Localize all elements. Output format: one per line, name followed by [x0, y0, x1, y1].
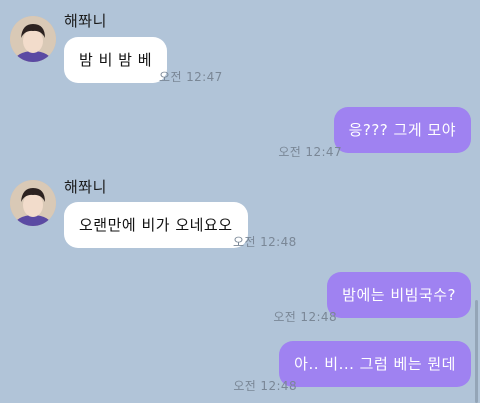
sender-name: 해쫘니 [64, 12, 107, 30]
sender-name: 해쫘니 [64, 178, 107, 196]
message-time: 오전 12:47 [159, 70, 223, 84]
scrollbar[interactable] [475, 300, 478, 403]
message-bubble-outgoing[interactable]: 응??? 그게 모야 [333, 107, 471, 153]
message-bubble-incoming[interactable]: 밤 비 밤 베 [64, 37, 168, 83]
profile-photo-icon [10, 180, 56, 226]
message-time: 오전 12:48 [273, 310, 337, 324]
avatar[interactable] [10, 16, 56, 62]
message-bubble-incoming[interactable]: 오랜만에 비가 오네요오 [64, 202, 248, 248]
message-time: 오전 12:47 [278, 145, 342, 159]
message-bubble-outgoing[interactable]: 밤에는 비빔국수? [327, 272, 471, 318]
profile-photo-icon [10, 16, 56, 62]
avatar[interactable] [10, 180, 56, 226]
message-time: 오전 12:48 [233, 235, 297, 249]
message-bubble-outgoing[interactable]: 아.. 비... 그럼 베는 뭔데 [279, 341, 471, 387]
message-time: 오전 12:48 [233, 379, 297, 393]
